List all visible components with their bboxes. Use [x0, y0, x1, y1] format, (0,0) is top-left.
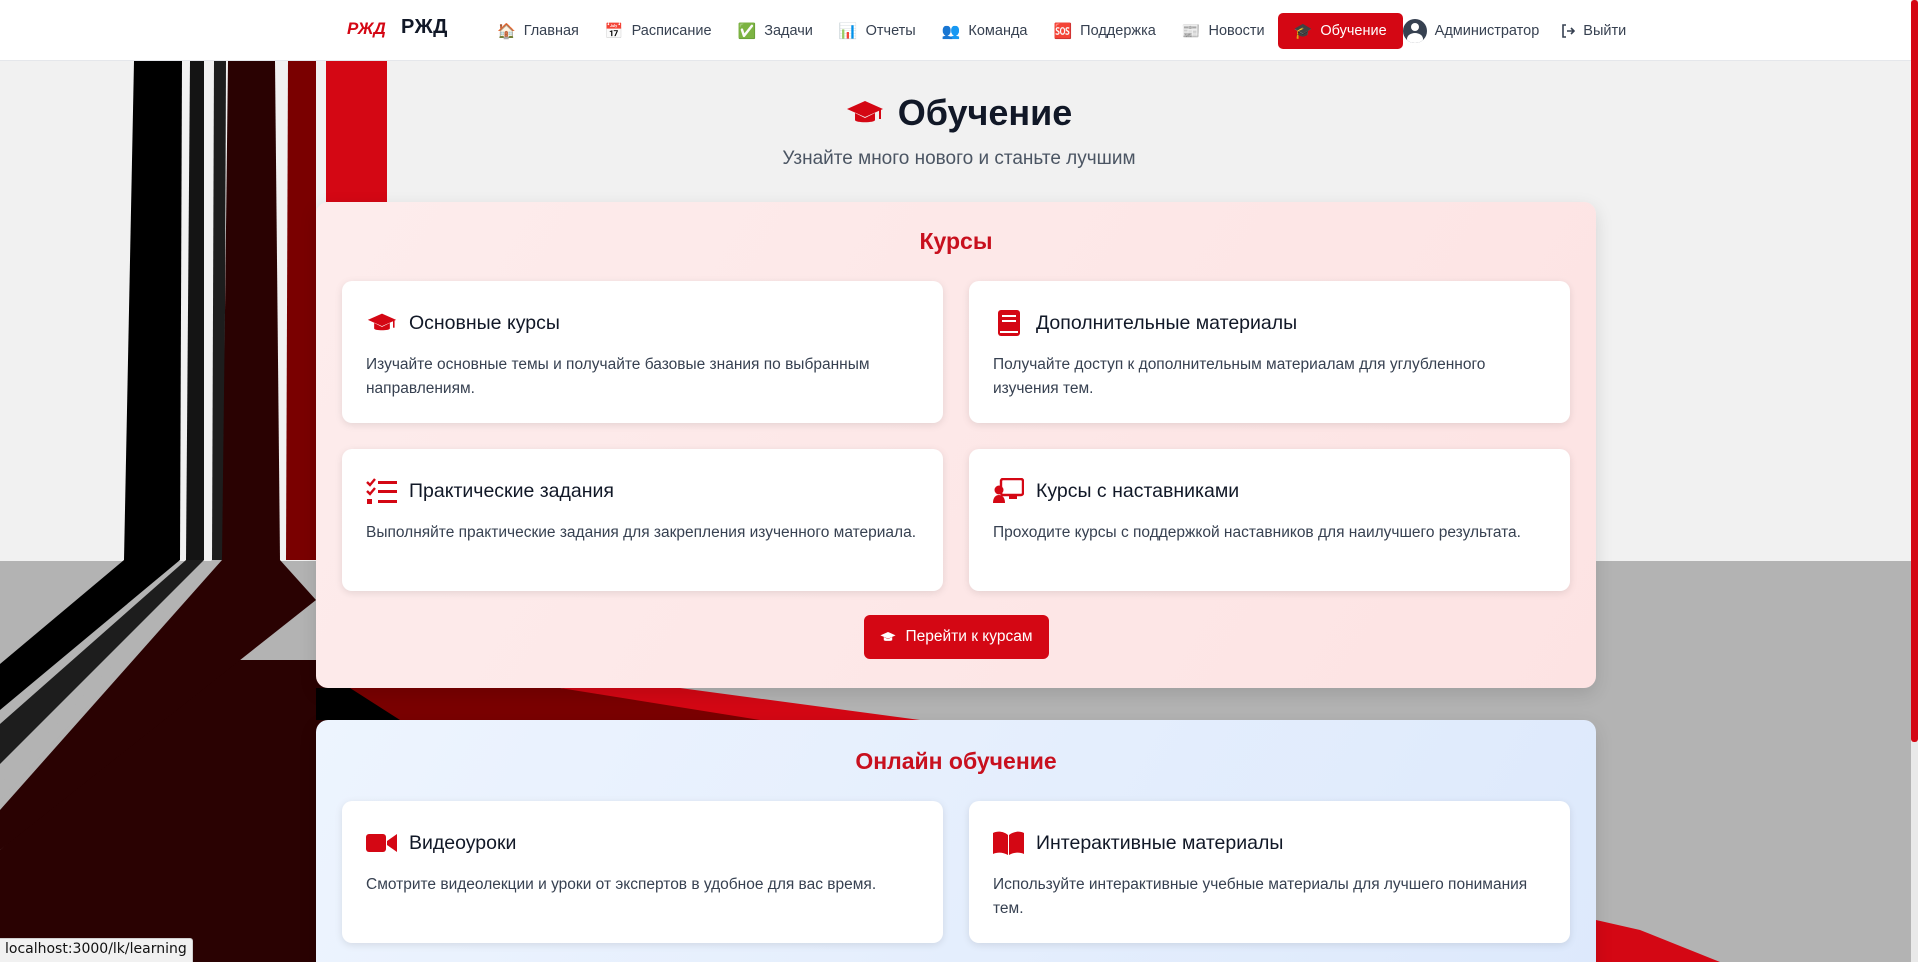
card-description: Выполняйте практические задания для закр…: [366, 524, 917, 541]
card-header: Видеоуроки: [366, 829, 919, 857]
nav-item-label: Отчеты: [865, 23, 916, 39]
status-url-tooltip: localhost:3000/lk/learning: [0, 938, 193, 962]
house-icon: 🏠: [497, 22, 516, 40]
course-card-mentors[interactable]: Курсы с наставниками Проходите курсы с п…: [969, 449, 1570, 591]
bar-chart-icon: 📊: [838, 22, 858, 40]
go-to-courses-label: Перейти к курсам: [905, 628, 1033, 645]
nav-item-learning[interactable]: 🎓 Обучение: [1277, 13, 1403, 49]
sos-icon: 🆘: [1053, 22, 1073, 40]
page-title-text: Обучение: [897, 92, 1073, 133]
nav-item-label: Поддержка: [1080, 23, 1156, 39]
card-title: Практические задания: [409, 479, 614, 502]
video-icon: [366, 829, 397, 857]
card-header: Интерактивные материалы: [993, 829, 1546, 857]
nav-item-label: Задачи: [764, 23, 813, 39]
nav-item-home[interactable]: 🏠 Главная: [484, 13, 592, 49]
online-section-title: Онлайн обучение: [855, 748, 1057, 774]
check-icon: ✅: [737, 22, 757, 40]
card-description: Изучайте основные темы и получайте базов…: [366, 356, 870, 397]
card-description: Получайте доступ к дополнительным матери…: [993, 356, 1486, 397]
open-book-icon: [993, 829, 1024, 857]
nav-item-team[interactable]: 👥 Команда: [929, 13, 1041, 49]
graduation-cap-icon: 🎓: [1293, 22, 1313, 40]
page-title: Обучение: [846, 92, 1073, 134]
courses-section: Курсы Основные курсы Изучайте основные т…: [316, 202, 1596, 688]
go-to-courses-button[interactable]: Перейти к курсам: [863, 615, 1049, 659]
nav-item-label: Главная: [523, 23, 579, 39]
top-navbar: РЖД РЖД 🏠 Главная 📅 Расписание ✅ Задачи …: [0, 0, 1918, 61]
nav-item-support[interactable]: 🆘 Поддержка: [1040, 13, 1168, 49]
card-description: Смотрите видеолекции и уроки от эксперто…: [366, 876, 877, 893]
nav-item-tasks[interactable]: ✅ Задачи: [725, 13, 826, 49]
card-title: Видеоуроки: [409, 831, 517, 854]
card-title: Дополнительные материалы: [1036, 311, 1298, 334]
logout-button[interactable]: Выйти: [1549, 13, 1638, 49]
courses-button-wrap: Перейти к курсам: [342, 615, 1570, 659]
card-title: Интерактивные материалы: [1036, 831, 1284, 854]
online-grid: Видеоуроки Смотрите видеолекции и уроки …: [342, 801, 1570, 943]
logout-icon: [1562, 24, 1576, 38]
page-subtitle: Узнайте много нового и станьте лучшим: [782, 148, 1136, 169]
nav-item-label: Обучение: [1320, 23, 1387, 39]
nav-item-schedule[interactable]: 📅 Расписание: [592, 13, 725, 49]
online-card-interactive[interactable]: Интерактивные материалы Используйте инте…: [969, 801, 1570, 943]
nav-links: 🏠 Главная 📅 Расписание ✅ Задачи 📊 Отчеты…: [484, 13, 1638, 49]
logout-label: Выйти: [1583, 23, 1627, 39]
graduation-cap-icon: [879, 631, 896, 641]
graduation-cap-icon: [366, 309, 397, 337]
card-header: Курсы с наставниками: [993, 477, 1546, 505]
course-card-main[interactable]: Основные курсы Изучайте основные темы и …: [342, 281, 943, 423]
card-title: Курсы с наставниками: [1036, 479, 1240, 502]
course-card-practice[interactable]: Практические задания Выполняйте практиче…: [342, 449, 943, 591]
user-avatar-icon: [1402, 19, 1427, 43]
online-card-video[interactable]: Видеоуроки Смотрите видеолекции и уроки …: [342, 801, 943, 943]
course-card-extra[interactable]: Дополнительные материалы Получайте досту…: [969, 281, 1570, 423]
scrollbar-thumb[interactable]: [1911, 0, 1918, 742]
team-icon: 👥: [941, 22, 961, 40]
brand-name: РЖД: [401, 16, 448, 38]
nav-item-label: Расписание: [631, 23, 712, 39]
courses-grid: Основные курсы Изучайте основные темы и …: [342, 281, 1570, 591]
card-title: Основные курсы: [409, 311, 560, 334]
mentor-icon: [993, 477, 1024, 505]
card-header: Практические задания: [366, 477, 919, 505]
nav-item-reports[interactable]: 📊 Отчеты: [826, 13, 929, 49]
newspaper-icon: 📰: [1181, 22, 1201, 40]
brand[interactable]: РЖД РЖД: [347, 16, 448, 39]
card-header: Основные курсы: [366, 309, 919, 337]
card-header: Дополнительные материалы: [993, 309, 1546, 337]
card-description: Используйте интерактивные учебные матери…: [993, 876, 1528, 917]
page-scrollbar[interactable]: [1911, 0, 1918, 962]
task-list-icon: [366, 477, 397, 505]
book-icon: [993, 309, 1024, 337]
rzd-logo-icon: РЖД: [347, 19, 386, 38]
user-name: Администратор: [1434, 23, 1540, 39]
svg-text:РЖД: РЖД: [347, 19, 386, 38]
card-description: Проходите курсы с поддержкой наставников…: [993, 524, 1521, 541]
courses-section-title: Курсы: [919, 228, 993, 254]
nav-item-label: Новости: [1208, 23, 1265, 39]
nav-user[interactable]: Администратор: [1402, 13, 1550, 49]
graduation-cap-icon: [846, 101, 883, 123]
nav-item-label: Команда: [968, 23, 1028, 39]
nav-item-news[interactable]: 📰 Новости: [1169, 13, 1278, 49]
online-learning-section: Онлайн обучение Видеоуроки Смотрите виде…: [316, 720, 1596, 962]
calendar-icon: 📅: [604, 22, 624, 40]
page-header: Обучение Узнайте много нового и станьте …: [0, 92, 1918, 170]
